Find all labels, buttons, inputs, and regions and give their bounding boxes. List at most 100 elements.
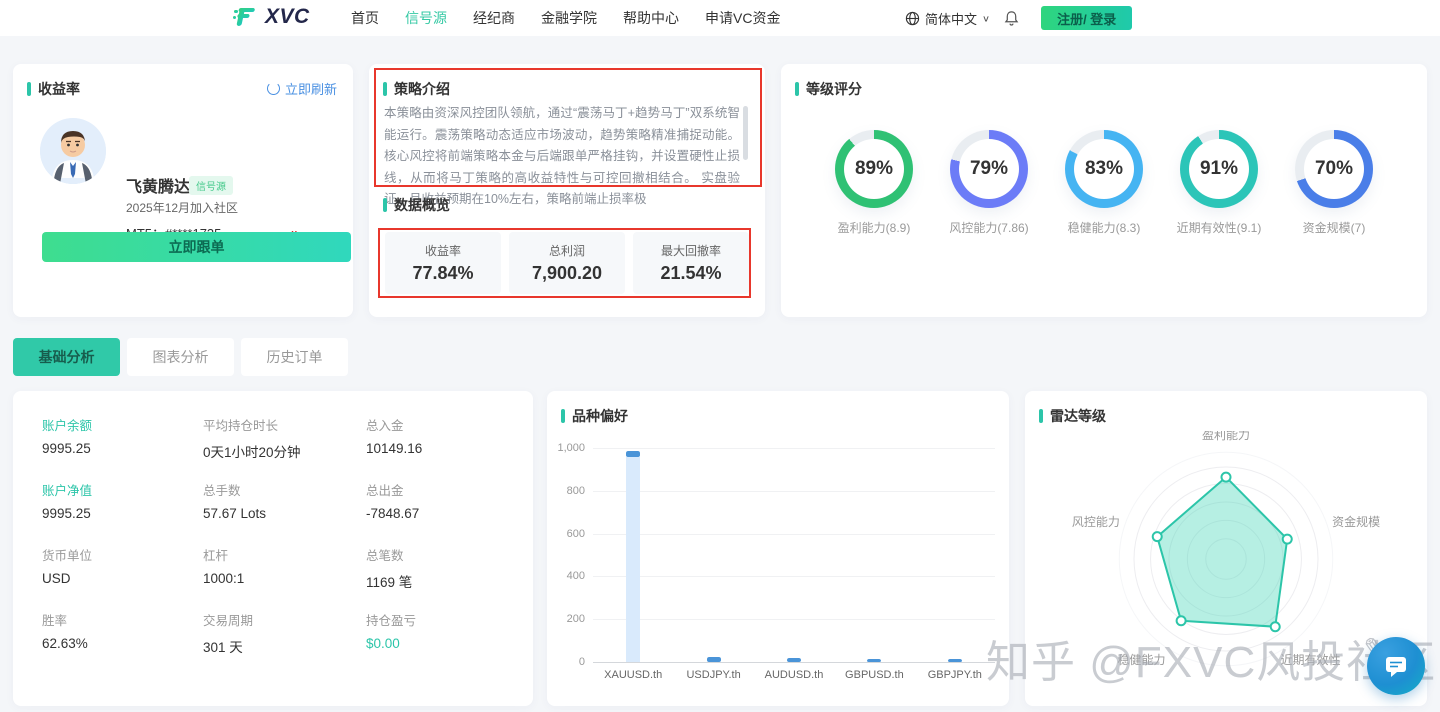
tab-basic-analysis[interactable]: 基础分析 — [13, 338, 120, 376]
stat-cell-total-lots: 总手数 57.67 Lots — [203, 480, 366, 545]
x-axis-label: USDJPY.th — [686, 669, 741, 681]
y-axis-tick: 200 — [566, 613, 585, 626]
rating-ring-profit: 89% 盈利能力(8.9) — [819, 130, 929, 236]
x-axis-label: GBPJPY.th — [927, 669, 982, 681]
radar-vertex-dot — [1269, 621, 1281, 633]
stat-value: 301 天 — [203, 640, 243, 655]
ring-gauge: 79% — [950, 130, 1028, 208]
section-marker — [383, 82, 387, 96]
rating-rings: 89% 盈利能力(8.9) 79% 风控能力(7.86) 83% 稳健能力(8.3) 91%… — [781, 130, 1427, 236]
symbol-preference-bar-chart: 0 200 400 600 800 1,000 XAUUSD.th USDJPY.th AUDU… — [547, 391, 1009, 706]
nav-item-signals[interactable]: 信号源 — [405, 8, 447, 28]
stat-label: 杠杆 — [203, 549, 229, 563]
stat-value: 10149.16 — [366, 441, 423, 456]
rating-ring-stability: 83% 稳健能力(8.3) — [1049, 130, 1159, 236]
strategy-card: 策略介绍 本策略由资深风控团队领航，通过“震荡马丁+趋势马丁”双系统智能运行。震… — [369, 64, 765, 317]
stat-cell-balance: 账户余额 9995.25 — [42, 415, 203, 480]
follow-now-button[interactable]: 立即跟单 — [42, 232, 351, 262]
stat-cell-avg-holding-time: 平均持仓时长 0天1小时20分钟 — [203, 415, 366, 480]
section-marker — [27, 82, 31, 96]
refresh-icon — [266, 82, 280, 95]
stat-value: 0天1小时20分钟 — [203, 445, 301, 460]
bar-cap — [867, 659, 882, 662]
stat-label: 账户净值 — [42, 484, 93, 498]
bar-XAUUSD.th — [626, 451, 641, 662]
gridline — [593, 533, 995, 535]
stat-cell-total-trades: 总笔数 1169 笔 — [366, 545, 512, 610]
notification-bell-icon[interactable] — [1004, 10, 1019, 26]
globe-icon — [905, 11, 920, 26]
tab-chart-analysis[interactable]: 图表分析 — [127, 338, 234, 376]
strategy-title: 策略介绍 — [383, 79, 450, 99]
ring-percent: 70% — [1314, 158, 1354, 179]
page: XVC 首页 信号源 经纪商 金融学院 帮助中心 申请VC资金 简体中文 ∨ 注… — [0, 0, 1440, 712]
nav-item-help[interactable]: 帮助中心 — [623, 8, 679, 28]
rating-ring-recent-validity: 91% 近期有效性(9.1) — [1164, 130, 1274, 236]
radar-vertex-dot — [1281, 533, 1293, 545]
stat-cell-floating-pnl: 持仓盈亏 $0.00 — [366, 610, 512, 675]
radar-vertex-dot — [1175, 615, 1187, 627]
fxvc-logo[interactable]: XVC — [233, 4, 310, 30]
nav-item-home[interactable]: 首页 — [351, 8, 379, 28]
gridline — [593, 576, 995, 578]
stat-label: 持仓盈亏 — [366, 614, 417, 628]
ring-gauge: 83% — [1065, 130, 1143, 208]
stat-cell-win-rate: 胜率 62.63% — [42, 610, 203, 675]
symbol-preference-card: 品种偏好 0 200 400 600 800 1,000 XAUUSD.th USDJPY.t… — [547, 391, 1009, 706]
nav-item-academy[interactable]: 金融学院 — [541, 8, 597, 28]
stat-value: 9995.25 — [42, 506, 91, 521]
register-login-button[interactable]: 注册/ 登录 — [1041, 6, 1133, 30]
stat-label: 货币单位 — [42, 549, 93, 563]
stat-cell-equity: 账户净值 9995.25 — [42, 480, 203, 545]
language-selector[interactable]: 简体中文 ∨ — [905, 9, 990, 28]
section-marker — [383, 198, 387, 212]
rating-title: 等级评分 — [795, 79, 862, 99]
stat-value: -7848.67 — [366, 506, 420, 521]
chat-fab-button[interactable] — [1367, 637, 1425, 695]
overview-stat-label: 收益率 — [424, 244, 461, 258]
overview-stat-value: 7,900.20 — [531, 263, 603, 283]
scrollbar-thumb[interactable] — [743, 106, 748, 160]
ring-label: 盈利能力(8.9) — [837, 221, 911, 235]
ring-label: 近期有效性(9.1) — [1176, 221, 1262, 235]
trader-name: 飞黄腾达 — [126, 179, 191, 196]
y-axis-tick: 400 — [566, 570, 585, 583]
bar-cap — [787, 657, 801, 662]
gridline — [593, 662, 995, 663]
stat-cell-trading-period: 交易周期 301 天 — [203, 610, 366, 675]
radar-svg: 盈利能力资金规模近期有效性 稳健能力 风控能力 — [1072, 428, 1380, 667]
profile-card: 收益率 立即刷新 飞黄腾达 信号源 2025年12月加入社区 立即跟单 — [13, 64, 353, 317]
x-axis-label: AUDUSD.th — [764, 669, 824, 681]
stat-label: 胜率 — [42, 614, 68, 628]
radar-axis-label: 资金规模 — [1332, 514, 1380, 529]
avatar — [40, 118, 106, 184]
stat-label: 交易周期 — [203, 614, 254, 628]
x-axis-label: GBPUSD.th — [845, 669, 904, 681]
overview-stat-0: 收益率 77.84% — [385, 232, 501, 294]
profile-card-title: 收益率 — [27, 79, 80, 99]
radar-chart: 盈利能力 资金规模 近期有效性 稳健能力 风控能力 — [1025, 428, 1427, 686]
x-axis-label: XAUUSD.th — [604, 669, 663, 681]
stat-label: 账户余额 — [42, 419, 93, 433]
stat-label: 平均持仓时长 — [203, 419, 279, 433]
nav-item-vc-funding[interactable]: 申请VC资金 — [705, 8, 780, 28]
tab-history-orders[interactable]: 历史订单 — [241, 338, 348, 376]
logo-text: XVC — [265, 5, 310, 28]
bar-body — [626, 457, 641, 662]
y-axis-tick: 0 — [578, 656, 585, 668]
ring-percent: 89% — [854, 158, 894, 179]
join-date: 2025年12月加入社区 — [126, 201, 239, 215]
nav-item-brokers[interactable]: 经纪商 — [473, 8, 515, 28]
bar-USDJPY.th — [706, 656, 721, 662]
refresh-button[interactable]: 立即刷新 — [266, 79, 337, 98]
header-right: 简体中文 ∨ 注册/ 登录 — [905, 0, 1133, 36]
overview-stat-value: 21.54% — [660, 263, 722, 283]
y-axis-tick: 600 — [566, 527, 585, 540]
account-stats-grid: 账户余额 9995.25 平均持仓时长 0天1小时20分钟 总入金 10149.16 账户净… — [42, 415, 512, 675]
radar-vertex-dot — [1220, 471, 1232, 483]
overview-stat-2: 最大回撤率 21.54% — [633, 232, 749, 294]
radar-title: 雷达等级 — [1039, 406, 1106, 426]
bar-AUDUSD.th — [787, 657, 801, 662]
bar-cap — [947, 659, 962, 662]
ring-gauge: 91% — [1180, 130, 1258, 208]
